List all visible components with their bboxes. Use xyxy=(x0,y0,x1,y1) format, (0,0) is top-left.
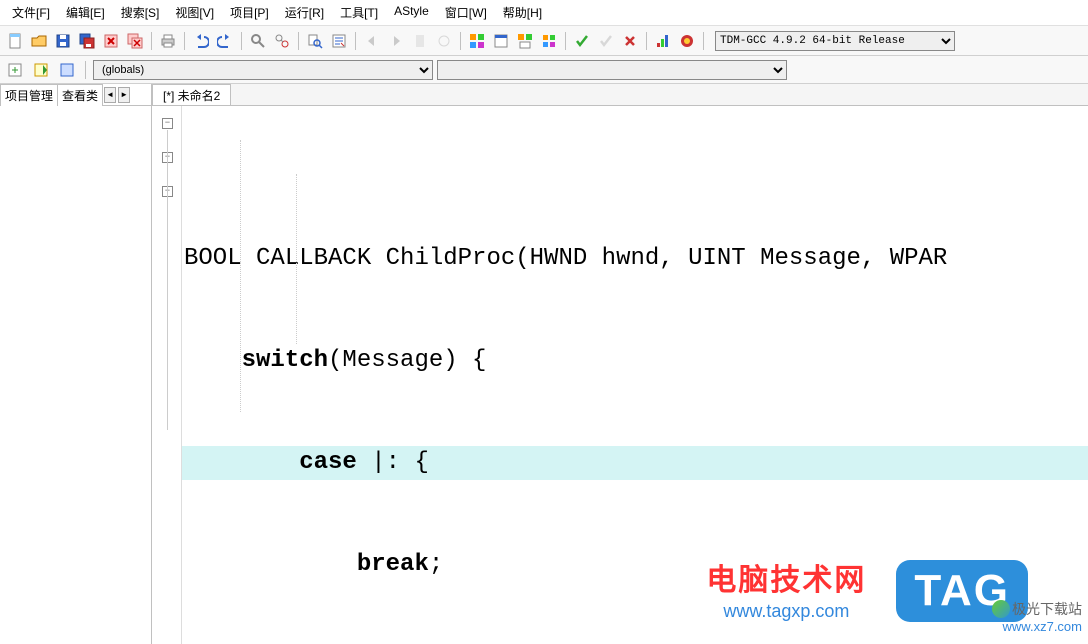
code-line: break; xyxy=(182,548,1088,582)
redo-icon[interactable] xyxy=(214,30,236,52)
menu-edit[interactable]: 编辑[E] xyxy=(58,2,113,23)
sidebar: 项目管理 查看类 ◄ ► xyxy=(0,84,152,644)
compile-icon[interactable] xyxy=(466,30,488,52)
editor-area: [*] 未命名2 − − − BOOL CALLBACK ChildProc(H… xyxy=(152,84,1088,644)
sidebar-tab-next-icon[interactable]: ► xyxy=(118,87,130,103)
main-toolbar: TDM-GCC 4.9.2 64-bit Release xyxy=(0,26,1088,56)
fold-gutter: − − − xyxy=(152,106,182,644)
menubar: 文件[F] 编辑[E] 搜索[S] 视图[V] 项目[P] 运行[R] 工具[T… xyxy=(0,0,1088,26)
goto-header-icon[interactable] xyxy=(56,59,78,81)
menu-help[interactable]: 帮助[H] xyxy=(495,2,550,23)
close-all-icon[interactable] xyxy=(124,30,146,52)
watch-icon[interactable] xyxy=(433,30,455,52)
find-in-files-icon[interactable] xyxy=(304,30,326,52)
new-file-icon[interactable] xyxy=(4,30,26,52)
code-editor[interactable]: − − − BOOL CALLBACK ChildProc(HWND hwnd,… xyxy=(152,106,1088,644)
open-file-icon[interactable] xyxy=(28,30,50,52)
syntax-check-icon[interactable] xyxy=(571,30,593,52)
menu-view[interactable]: 视图[V] xyxy=(167,2,222,23)
menu-project[interactable]: 项目[P] xyxy=(222,2,277,23)
goto-func-icon[interactable] xyxy=(30,59,52,81)
close-file-icon[interactable] xyxy=(100,30,122,52)
scope-select[interactable]: (globals) xyxy=(93,60,433,80)
watermark-site2-name: 极光下载站 xyxy=(992,599,1082,619)
function-select[interactable] xyxy=(437,60,787,80)
nav-back-icon[interactable] xyxy=(361,30,383,52)
menu-file[interactable]: 文件[F] xyxy=(4,2,58,23)
sidebar-tab-project[interactable]: 项目管理 xyxy=(0,84,58,106)
main-area: 项目管理 查看类 ◄ ► [*] 未命名2 − − − BOOL CALLBAC… xyxy=(0,84,1088,644)
compiler-select[interactable]: TDM-GCC 4.9.2 64-bit Release xyxy=(715,31,955,51)
fold-icon[interactable]: − xyxy=(162,118,173,129)
find-icon[interactable] xyxy=(247,30,269,52)
menu-search[interactable]: 搜索[S] xyxy=(113,2,168,23)
editor-tab-unnamed2[interactable]: [*] 未命名2 xyxy=(152,84,231,105)
compile-run-icon[interactable] xyxy=(514,30,536,52)
debug-icon[interactable] xyxy=(652,30,674,52)
menu-astyle[interactable]: AStyle xyxy=(386,2,437,23)
xz7-logo-icon xyxy=(992,600,1010,618)
code-content[interactable]: BOOL CALLBACK ChildProc(HWND hwnd, UINT … xyxy=(182,106,1088,644)
stop-icon[interactable] xyxy=(619,30,641,52)
sidebar-tab-prev-icon[interactable]: ◄ xyxy=(104,87,116,103)
replace-icon[interactable] xyxy=(271,30,293,52)
menu-run[interactable]: 运行[R] xyxy=(277,2,332,23)
editor-tabs: [*] 未命名2 xyxy=(152,84,1088,106)
goto-line-icon[interactable] xyxy=(328,30,350,52)
new-class-icon[interactable] xyxy=(4,59,26,81)
profile-icon[interactable] xyxy=(676,30,698,52)
menu-tools[interactable]: 工具[T] xyxy=(332,2,386,23)
code-line-current: case |: { xyxy=(182,446,1088,480)
watermark-site2-url: www.xz7.com xyxy=(992,619,1082,634)
scope-toolbar: (globals) xyxy=(0,56,1088,84)
watermark-xz7: 极光下载站 www.xz7.com xyxy=(992,599,1082,634)
sidebar-tabs: 项目管理 查看类 ◄ ► xyxy=(0,84,151,106)
print-icon[interactable] xyxy=(157,30,179,52)
bookmark-icon[interactable] xyxy=(409,30,431,52)
save-all-icon[interactable] xyxy=(76,30,98,52)
code-line: switch(Message) { xyxy=(182,344,1088,378)
clean-icon[interactable] xyxy=(595,30,617,52)
menu-window[interactable]: 窗口[W] xyxy=(437,2,495,23)
run-icon[interactable] xyxy=(490,30,512,52)
code-line: BOOL CALLBACK ChildProc(HWND hwnd, UINT … xyxy=(182,242,1088,276)
save-icon[interactable] xyxy=(52,30,74,52)
undo-icon[interactable] xyxy=(190,30,212,52)
sidebar-tab-classes[interactable]: 查看类 xyxy=(57,84,103,106)
nav-forward-icon[interactable] xyxy=(385,30,407,52)
rebuild-icon[interactable] xyxy=(538,30,560,52)
